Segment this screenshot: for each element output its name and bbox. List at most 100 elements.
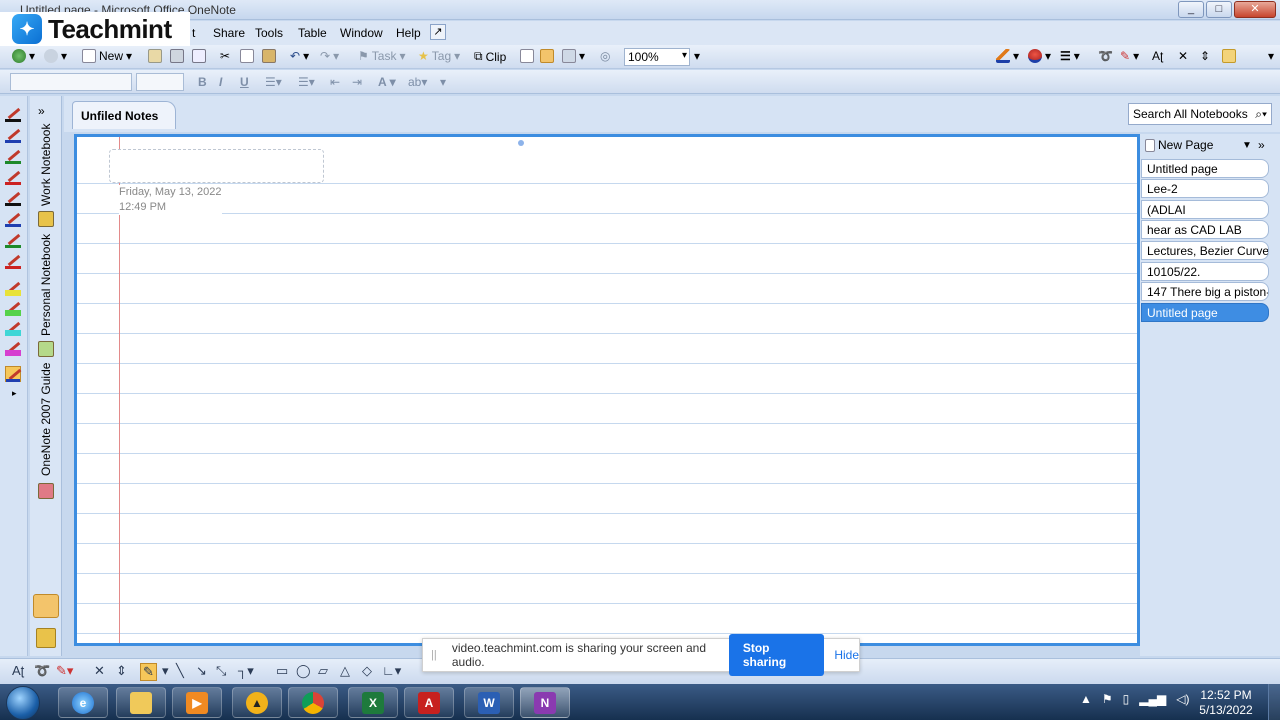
- page-tab-cad-lab[interactable]: hear as CAD LAB: [1141, 220, 1269, 239]
- pen-color-button[interactable]: ▾: [996, 49, 1019, 63]
- zoom-select[interactable]: 100%: [624, 48, 690, 66]
- pen-active-icon[interactable]: [5, 366, 21, 382]
- triangle-tool-icon[interactable]: △: [340, 663, 350, 679]
- volume-icon[interactable]: ◁): [1176, 692, 1189, 706]
- italic-button[interactable]: I: [219, 75, 222, 89]
- forward-button[interactable]: ▾: [44, 49, 67, 63]
- taskbar-ie[interactable]: e: [58, 687, 108, 718]
- note-page[interactable]: Friday, May 13, 2022 12:49 PM: [74, 134, 1140, 646]
- underline-button[interactable]: U: [240, 75, 249, 89]
- pen-green2-icon[interactable]: [5, 232, 21, 248]
- network-icon[interactable]: ▂▄▆: [1139, 692, 1166, 706]
- paste-button[interactable]: [262, 49, 276, 63]
- numbering-button[interactable]: ☰▾: [298, 75, 315, 89]
- page-tab-lee-2[interactable]: Lee-2: [1141, 179, 1269, 198]
- task-button[interactable]: ⚑ Task ▾: [358, 49, 405, 63]
- pen-red-icon[interactable]: [5, 106, 21, 122]
- print-preview-button[interactable]: [192, 49, 206, 63]
- taskbar-app-triangle[interactable]: ▲: [232, 687, 282, 718]
- highlighter-yellow-icon[interactable]: [5, 280, 21, 296]
- menu-table[interactable]: Table: [298, 26, 327, 40]
- drag-grip-icon[interactable]: ||: [431, 649, 444, 661]
- highlighter-green-icon[interactable]: [5, 300, 21, 316]
- page-tab-bezier[interactable]: Lectures, Bezier Curve.: [1141, 241, 1269, 260]
- dock-button[interactable]: ▾: [562, 49, 585, 63]
- highlighter-magenta-icon[interactable]: [5, 340, 21, 356]
- menu-help[interactable]: Help: [396, 26, 421, 40]
- print-button[interactable]: [170, 49, 184, 63]
- redo-button[interactable]: ↷ ▾: [320, 49, 339, 63]
- show-desktop-button[interactable]: [1268, 684, 1280, 720]
- toolbar-overflow-button[interactable]: ▾: [1268, 49, 1274, 63]
- search-box[interactable]: Search All Notebooks ⌕▾: [1128, 103, 1272, 125]
- maximize-button[interactable]: □: [1206, 1, 1232, 18]
- insert-space-button[interactable]: ⇕: [1200, 49, 1210, 63]
- delete-ink-icon[interactable]: ✕: [94, 663, 105, 679]
- diamond-tool-icon[interactable]: ◇: [362, 663, 372, 679]
- page-templates-button[interactable]: [520, 49, 534, 63]
- delete-button[interactable]: ✕: [1178, 49, 1188, 63]
- taskbar-clock[interactable]: 12:52 PM 5/13/2022: [1196, 688, 1256, 718]
- increase-indent-button[interactable]: ⇥: [352, 75, 362, 89]
- double-arrow-tool-icon[interactable]: ⤡: [216, 663, 226, 679]
- hide-button[interactable]: Hide: [834, 648, 859, 662]
- lasso-select-icon[interactable]: ➰: [34, 663, 50, 679]
- tray-expand-icon[interactable]: ▲: [1080, 692, 1092, 706]
- pen-mode-button[interactable]: [540, 49, 554, 63]
- pen-black-icon[interactable]: [5, 190, 21, 206]
- font-size-select[interactable]: [136, 73, 184, 91]
- power-icon[interactable]: ▯: [1123, 692, 1130, 706]
- bullets-button[interactable]: ☰▾: [265, 75, 282, 89]
- connector-tool-icon[interactable]: ┐▾: [238, 663, 254, 679]
- notebook-work[interactable]: Work Notebook: [39, 124, 53, 206]
- pens-expand-icon[interactable]: ▸: [12, 388, 17, 399]
- new-button[interactable]: New ▾: [82, 49, 132, 63]
- email-button[interactable]: [148, 49, 162, 63]
- pen-blue2-icon[interactable]: [5, 211, 21, 227]
- circle-tool-icon[interactable]: ◯: [296, 663, 311, 679]
- page-tab-untitled-active[interactable]: Untitled page: [1141, 303, 1269, 322]
- page-tab-adlai[interactable]: (ADLAI: [1141, 200, 1269, 219]
- taskbar-acrobat[interactable]: A: [404, 687, 454, 718]
- toolbar-options-button[interactable]: ▾: [694, 49, 700, 63]
- menu-tools[interactable]: Tools: [255, 26, 283, 40]
- taskbar-media-player[interactable]: ▶: [172, 687, 222, 718]
- page-tab-date[interactable]: 10105/22.: [1141, 262, 1269, 281]
- axis-tool-icon[interactable]: ∟▾: [382, 663, 401, 679]
- taskbar-excel[interactable]: X: [348, 687, 398, 718]
- insert-space-tool-icon[interactable]: ⇕: [116, 663, 127, 679]
- expand-notebooks-icon[interactable]: »: [38, 104, 45, 118]
- parallelogram-tool-icon[interactable]: ▱: [318, 663, 328, 679]
- page-title-input[interactable]: [109, 149, 324, 183]
- pen-green-icon[interactable]: [5, 148, 21, 164]
- arrow-tool-icon[interactable]: ↘: [196, 663, 207, 679]
- menu-window[interactable]: Window: [340, 26, 383, 40]
- unfiled-notes-icon[interactable]: [33, 594, 59, 618]
- section-tab-unfiled-notes[interactable]: Unfiled Notes: [72, 101, 176, 129]
- notebook-personal[interactable]: Personal Notebook: [39, 234, 53, 336]
- pen-darkred-icon[interactable]: [5, 169, 21, 185]
- research-button[interactable]: ◎: [600, 49, 610, 63]
- eraser-tool-icon[interactable]: ✎▾: [56, 663, 73, 679]
- font-color-button[interactable]: A ▾: [378, 75, 396, 89]
- pen-tool-dropdown[interactable]: ▾: [162, 663, 169, 679]
- cut-button[interactable]: ✂: [220, 49, 230, 63]
- search-icon[interactable]: ⌕▾: [1255, 107, 1267, 122]
- undo-button[interactable]: ↶ ▾: [290, 49, 309, 63]
- taskbar-word[interactable]: W: [464, 687, 514, 718]
- line-tool-icon[interactable]: ╲: [176, 663, 184, 679]
- copy-button[interactable]: [240, 49, 254, 63]
- collapse-pages-icon[interactable]: »: [1258, 138, 1265, 152]
- decrease-indent-button[interactable]: ⇤: [330, 75, 340, 89]
- menu-share[interactable]: Share: [213, 26, 245, 40]
- help-pin-icon[interactable]: ↗: [430, 24, 446, 40]
- tag-button[interactable]: ★ Tag ▾: [418, 49, 460, 63]
- action-center-icon[interactable]: ⚑: [1102, 692, 1113, 706]
- font-name-select[interactable]: [10, 73, 132, 91]
- bold-button[interactable]: B: [198, 75, 207, 89]
- page-tab-piston[interactable]: 147 There big a piston-: [1141, 282, 1269, 301]
- page-drag-handle[interactable]: [518, 140, 524, 146]
- clip-button[interactable]: ⧉ Clip: [474, 49, 506, 64]
- new-page-dropdown-icon[interactable]: ▼: [1242, 140, 1252, 151]
- notebook-guide[interactable]: OneNote 2007 Guide: [39, 363, 53, 476]
